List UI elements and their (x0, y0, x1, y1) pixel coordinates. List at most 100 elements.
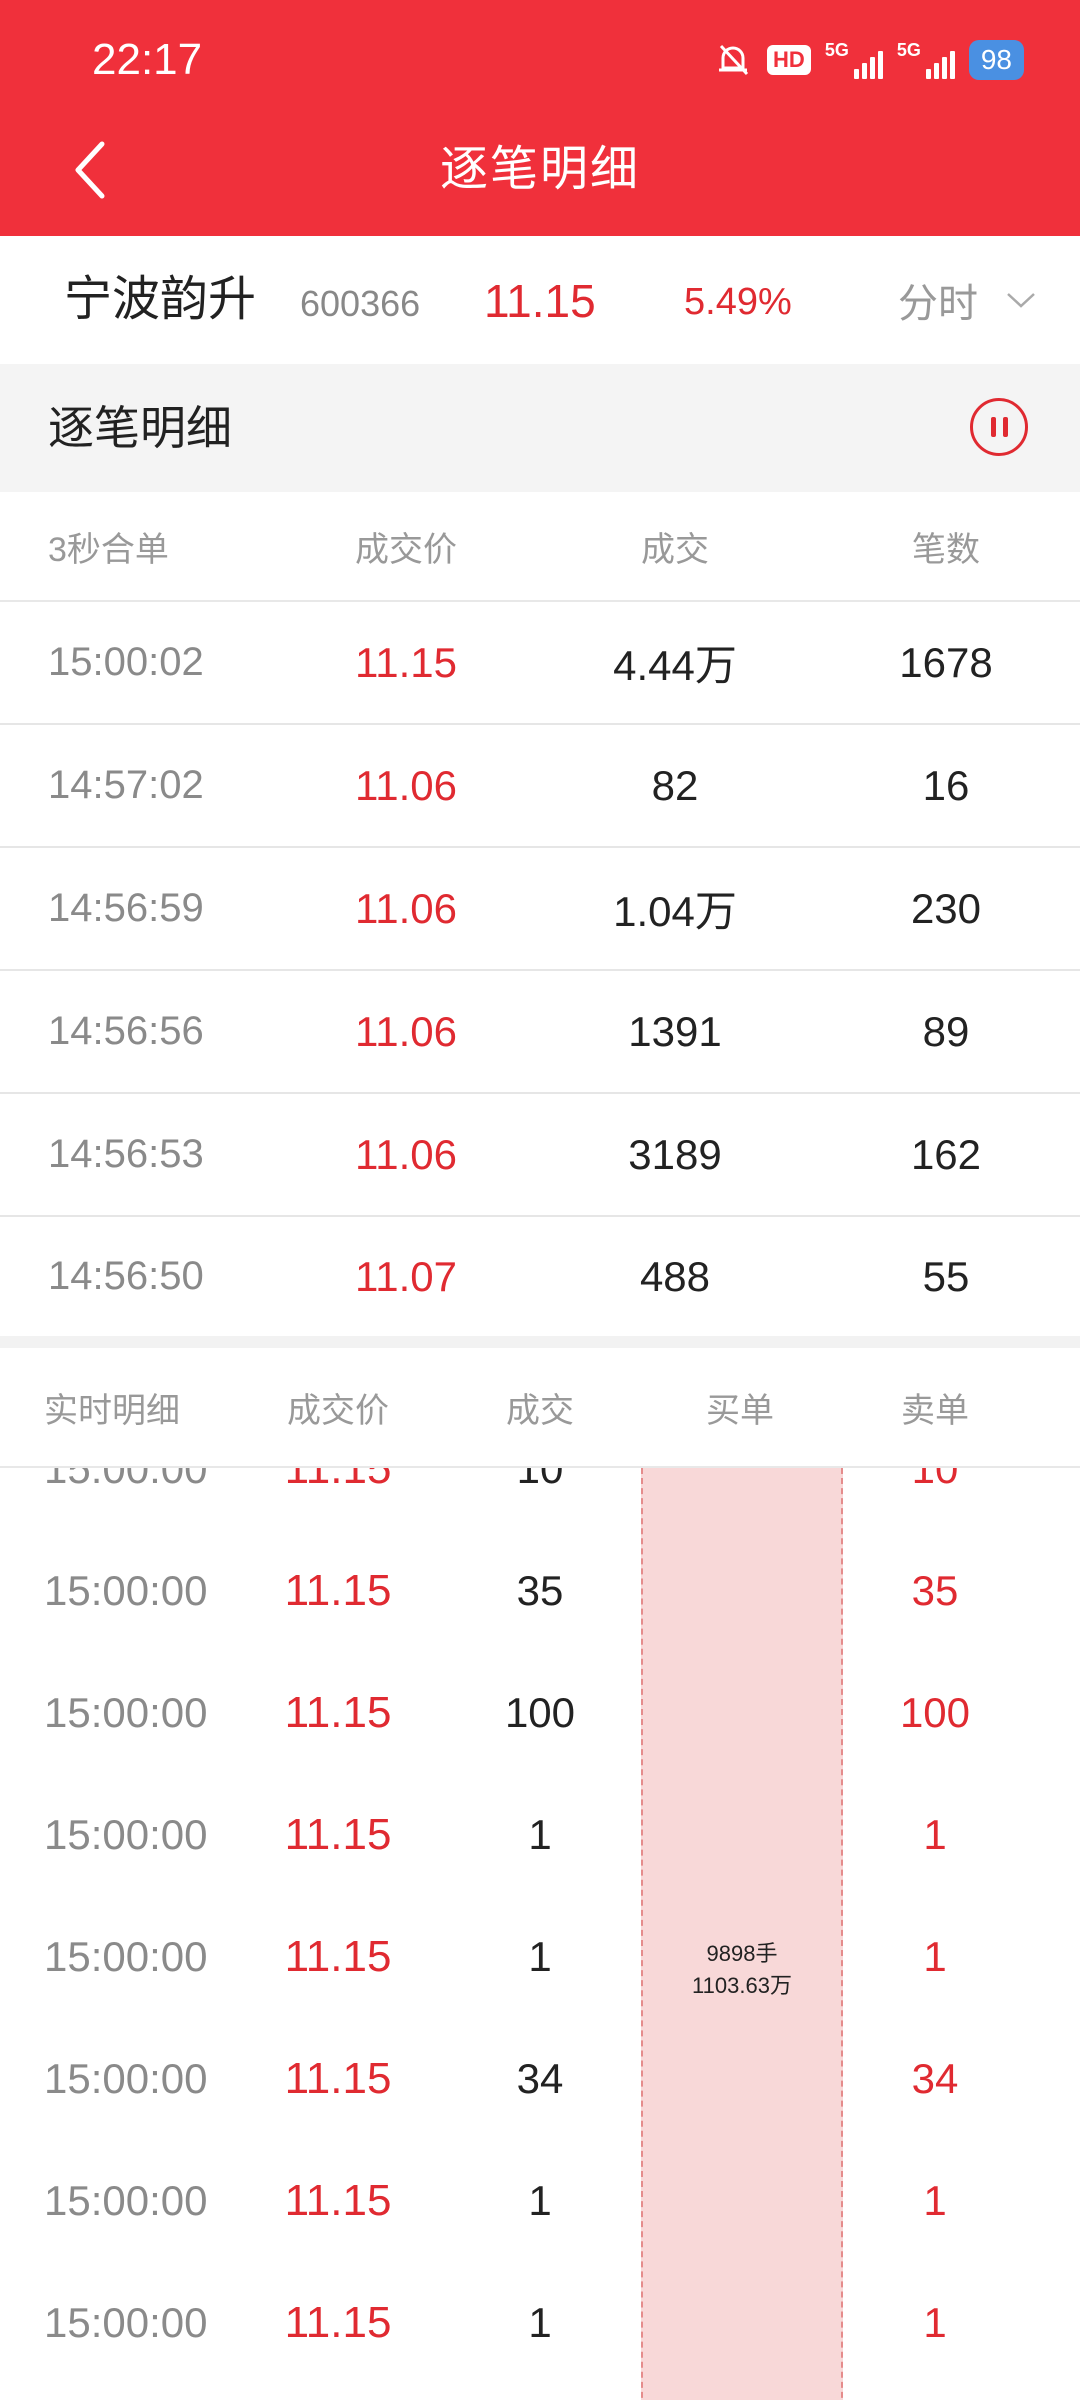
row-price: 11.06 (355, 1130, 457, 1178)
stock-header: 宁波韵升 600366 11.15 5.49% 分时 (0, 236, 1080, 364)
app-header: 22:17 HD 5G 5G 98 逐笔明细 (0, 0, 1080, 236)
chevron-down-icon (1007, 293, 1035, 308)
realtime-table-body[interactable]: 9898手 1103.63万 15:00:00 11.15 10 10 15:0… (0, 1468, 1080, 2400)
row-volume: 35 (516, 1567, 564, 1614)
row-count: 1678 (899, 638, 993, 686)
row-price: 11.15 (355, 638, 457, 686)
header-price: 成交价 (355, 530, 457, 569)
aggregate-table-header: 3秒合单 成交价 成交 笔数 (0, 492, 1080, 602)
row-price: 11.06 (355, 1007, 457, 1055)
row-price: 11.15 (284, 1566, 392, 1615)
row-time: 15:00:00 (44, 2299, 208, 2346)
stock-price: 11.15 (484, 275, 596, 327)
row-time: 15:00:00 (44, 1689, 208, 1736)
row-price: 11.15 (284, 1468, 392, 1493)
header-volume: 成交 (506, 1391, 574, 1430)
period-label: 分时 (898, 282, 978, 326)
row-time: 15:00:02 (48, 640, 204, 684)
stock-code: 600366 (300, 283, 421, 324)
row-price: 11.15 (284, 2176, 392, 2225)
stock-name: 宁波韵升 (64, 273, 257, 326)
row-volume: 1.04万 (613, 888, 737, 935)
section-title: 逐笔明细 (48, 402, 232, 454)
pause-icon (990, 417, 996, 437)
header-realtime: 实时明细 (44, 1391, 180, 1430)
row-time: 14:56:50 (48, 1254, 204, 1298)
hd-voice-icon: HD (767, 45, 811, 75)
row-time: 14:56:56 (48, 1009, 204, 1053)
row-time: 15:00:00 (44, 2055, 208, 2102)
row-sell: 100 (899, 1689, 971, 1736)
header-buy-order: 买单 (706, 1391, 774, 1430)
header-sell-order: 卖单 (901, 1391, 969, 1430)
row-volume: 1 (528, 2299, 552, 2346)
row-sell: 10 (911, 1468, 959, 1492)
realtime-table-header: 实时明细 成交价 成交 买单 卖单 (0, 1348, 1080, 1468)
row-price: 11.15 (284, 1932, 392, 1981)
row-sell: 1 (923, 2299, 947, 2346)
row-time: 14:57:02 (48, 763, 204, 807)
row-volume: 34 (516, 2055, 564, 2102)
list-item[interactable]: 15:00:00 11.15 100 100 (0, 1652, 1080, 1774)
table-row[interactable]: 14:56:53 11.06 3189 162 (0, 1094, 1080, 1217)
row-volume: 100 (504, 1689, 576, 1736)
row-volume: 1 (528, 1811, 552, 1858)
row-price: 11.15 (284, 1688, 392, 1737)
table-row[interactable]: 14:56:59 11.06 1.04万 230 (0, 848, 1080, 971)
list-item[interactable]: 15:00:00 11.15 35 35 (0, 1530, 1080, 1652)
row-volume: 4.44万 (613, 642, 737, 689)
row-volume: 1 (528, 1933, 552, 1980)
row-count: 16 (922, 761, 970, 809)
row-sell: 1 (923, 1811, 947, 1858)
row-price: 11.07 (355, 1252, 457, 1300)
page-title: 逐笔明细 (439, 143, 640, 196)
row-time: 15:00:00 (44, 1468, 208, 1492)
row-price: 11.15 (284, 2298, 392, 2347)
row-sell: 1 (923, 1933, 947, 1980)
row-time: 14:56:59 (48, 886, 204, 930)
list-item[interactable]: 15:00:00 11.15 1 1 (0, 2140, 1080, 2262)
section-title-bar: 逐笔明细 (0, 364, 1080, 492)
row-time: 15:00:00 (44, 1567, 208, 1614)
row-count: 89 (922, 1007, 970, 1055)
table-row[interactable]: 15:00:02 11.15 4.44万 1678 (0, 602, 1080, 725)
row-volume: 82 (651, 761, 699, 809)
stock-change-percent: 5.49% (684, 281, 792, 323)
row-count: 55 (922, 1252, 970, 1300)
list-item[interactable]: 15:00:00 11.15 34 34 (0, 2018, 1080, 2140)
table-row[interactable]: 14:57:02 11.06 82 16 (0, 725, 1080, 848)
row-price: 11.06 (355, 884, 457, 932)
row-price: 11.15 (284, 1810, 392, 1859)
row-price: 11.06 (355, 761, 457, 809)
period-selector[interactable]: 分时 (898, 268, 1036, 332)
list-item[interactable]: 15:00:00 11.15 1 1 (0, 1896, 1080, 2018)
row-count: 162 (910, 1130, 982, 1178)
list-item[interactable]: 15:00:00 11.15 1 1 (0, 2262, 1080, 2384)
row-time: 15:00:00 (44, 1811, 208, 1858)
row-volume: 1391 (628, 1007, 722, 1055)
row-sell: 35 (911, 1567, 959, 1614)
table-row[interactable]: 14:56:56 11.06 1391 89 (0, 971, 1080, 1094)
row-time: 15:00:00 (44, 1933, 208, 1980)
header-merge-3s[interactable]: 3秒合单 (48, 492, 169, 600)
row-time: 14:56:53 (48, 1132, 204, 1176)
row-sell: 1 (923, 2177, 947, 2224)
row-time: 15:00:00 (44, 2177, 208, 2224)
header-count: 笔数 (912, 530, 980, 569)
status-icons: HD 5G 5G 98 (713, 34, 1024, 86)
row-count: 230 (910, 884, 982, 932)
bell-muted-icon (719, 44, 749, 76)
section-divider (0, 1336, 1080, 1348)
header-volume: 成交 (641, 530, 709, 569)
table-row[interactable]: 14:56:50 11.07 488 55 (0, 1217, 1080, 1336)
pause-button[interactable] (970, 398, 1028, 456)
status-time: 22:17 (92, 35, 203, 84)
row-volume: 10 (516, 1468, 564, 1492)
signal-5g-icon: 5G (897, 41, 955, 79)
list-item[interactable]: 15:00:00 11.15 1 1 (0, 1774, 1080, 1896)
signal-5g-icon: 5G (825, 41, 883, 79)
row-volume: 3189 (628, 1130, 722, 1178)
row-sell: 34 (911, 2055, 959, 2102)
row-price: 11.15 (284, 2054, 392, 2103)
list-item[interactable]: 15:00:00 11.15 10 10 (0, 1468, 1080, 1530)
